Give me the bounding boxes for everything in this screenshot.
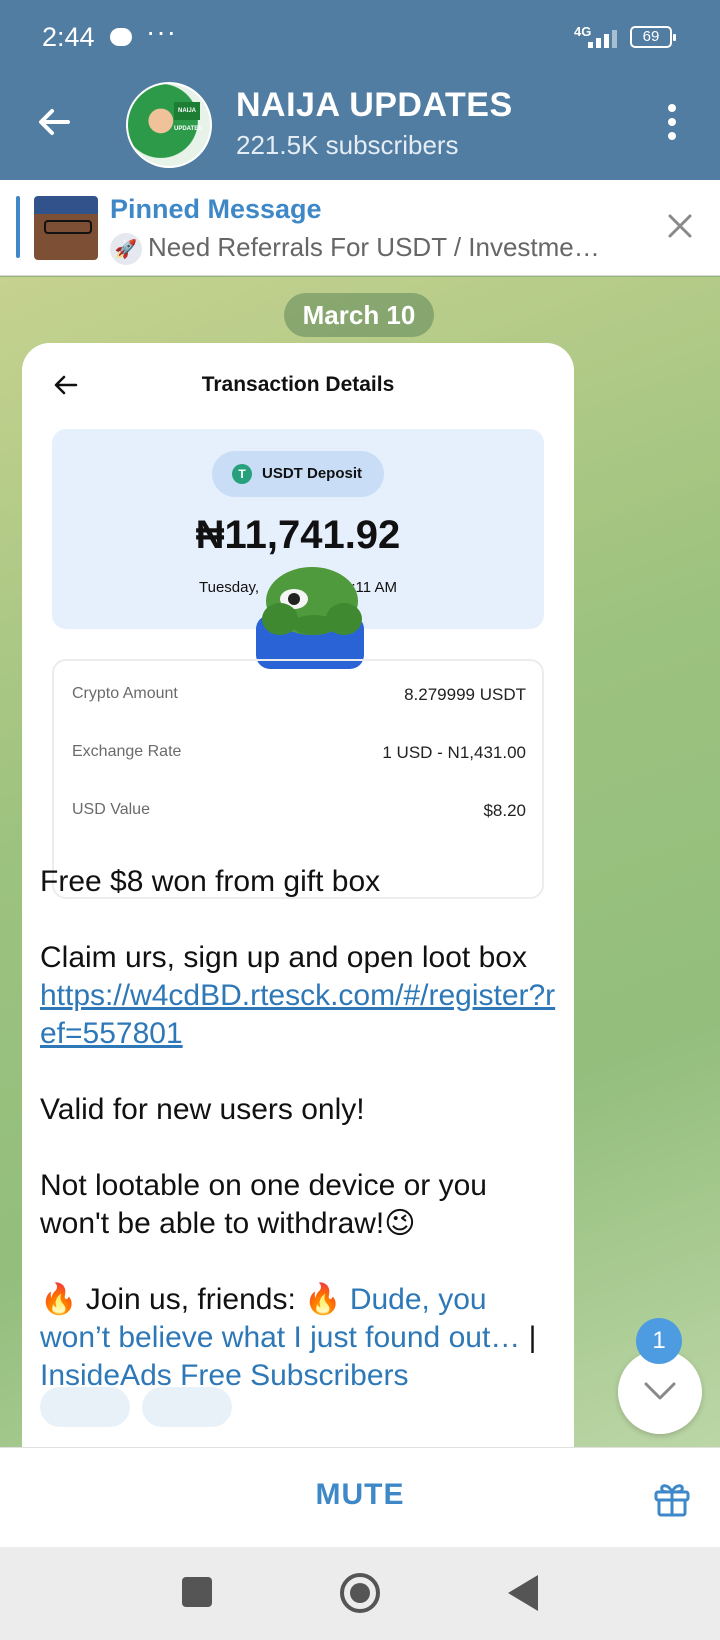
close-icon[interactable] bbox=[664, 210, 696, 242]
chat-area[interactable]: March 10 Transaction Details T USDT Depo… bbox=[0, 277, 720, 1447]
app-header: 2:44 ··· 4G 69 NAIJA UPDATES NAIJA UPDAT… bbox=[0, 0, 720, 180]
detail-value: $8.20 bbox=[483, 801, 526, 820]
pinned-label: Pinned Message bbox=[110, 194, 322, 224]
reaction-chip[interactable] bbox=[40, 1387, 130, 1427]
message-line: Free $8 won from gift box bbox=[40, 865, 381, 898]
reactions[interactable] bbox=[40, 1387, 244, 1432]
pinned-message-bar[interactable]: Pinned Message 🚀 Need Referrals For USDT … bbox=[0, 180, 720, 276]
channel-title[interactable]: NAIJA UPDATES bbox=[236, 86, 513, 125]
deposit-date-left: Tuesday, bbox=[199, 579, 260, 596]
notification-chat-icon bbox=[110, 28, 132, 46]
chevron-down-icon bbox=[644, 1382, 676, 1400]
detail-value: 8.279999 USDT bbox=[404, 685, 526, 704]
system-navigation-bar bbox=[0, 1547, 720, 1640]
detail-row: Exchange Rate 1 USD - N1,431.00 bbox=[72, 743, 526, 762]
channel-avatar[interactable]: NAIJA UPDATES bbox=[126, 82, 212, 168]
bottom-bar: MUTE bbox=[0, 1447, 720, 1547]
tether-icon: T bbox=[232, 464, 252, 484]
detail-key: Crypto Amount bbox=[72, 685, 178, 702]
back-arrow-icon[interactable] bbox=[32, 100, 76, 144]
message-line: Claim urs, sign up and open loot box bbox=[40, 941, 527, 974]
detail-row: USD Value $8.20 bbox=[72, 801, 526, 820]
deposit-badge: T USDT Deposit bbox=[212, 451, 384, 497]
battery-level: 69 bbox=[630, 26, 676, 48]
message-bubble[interactable]: Transaction Details T USDT Deposit ₦11,7… bbox=[22, 343, 574, 1447]
unread-badge: 1 bbox=[636, 1318, 682, 1364]
pinned-preview: 🚀 Need Referrals For USDT / Investme… bbox=[110, 232, 630, 266]
pinned-thumbnail bbox=[34, 196, 98, 260]
status-bar: 2:44 ··· 4G 69 bbox=[0, 0, 720, 78]
join-separator: | bbox=[528, 1321, 537, 1354]
join-prefix: 🔥 Join us, friends: 🔥 bbox=[40, 1283, 342, 1316]
pinned-indicator bbox=[16, 196, 20, 258]
message-image[interactable]: Transaction Details T USDT Deposit ₦11,7… bbox=[22, 343, 574, 899]
mute-button[interactable]: MUTE bbox=[0, 1478, 720, 1512]
status-time: 2:44 bbox=[42, 22, 95, 52]
referral-link[interactable]: https://w4cdBD.rtesck.com/#/register?ref… bbox=[40, 979, 555, 1050]
recents-button[interactable] bbox=[182, 1577, 212, 1607]
deposit-badge-label: USDT Deposit bbox=[262, 465, 363, 482]
signal-icon bbox=[588, 26, 622, 48]
more-notifications-icon: ··· bbox=[146, 16, 177, 47]
detail-row: Crypto Amount 8.279999 USDT bbox=[72, 685, 526, 704]
deposit-amount: ₦11,741.92 bbox=[195, 513, 401, 557]
gift-icon[interactable] bbox=[652, 1478, 692, 1518]
reaction-chip[interactable] bbox=[142, 1387, 232, 1427]
message-text: Free $8 won from gift box Claim urs, sig… bbox=[40, 863, 560, 1433]
rocket-icon: 🚀 bbox=[110, 233, 142, 266]
message-line: Not lootable on one device or you won't … bbox=[40, 1169, 487, 1240]
home-button[interactable] bbox=[340, 1573, 380, 1613]
subscriber-count: 221.5K subscribers bbox=[236, 130, 459, 160]
avatar-logo: NAIJA UPDATES bbox=[174, 102, 202, 132]
message-line: Valid for new users only! bbox=[40, 1093, 365, 1126]
image-title: Transaction Details bbox=[201, 373, 395, 396]
overflow-menu-icon[interactable] bbox=[660, 104, 684, 144]
date-separator: March 10 bbox=[284, 293, 434, 337]
pepe-sticker-icon bbox=[256, 567, 364, 669]
detail-key: Exchange Rate bbox=[72, 743, 182, 760]
back-button[interactable] bbox=[508, 1575, 538, 1611]
pinned-preview-text: Need Referrals For USDT / Investme… bbox=[148, 232, 600, 262]
detail-value: 1 USD - N1,431.00 bbox=[382, 743, 526, 762]
detail-key: USD Value bbox=[72, 801, 150, 818]
